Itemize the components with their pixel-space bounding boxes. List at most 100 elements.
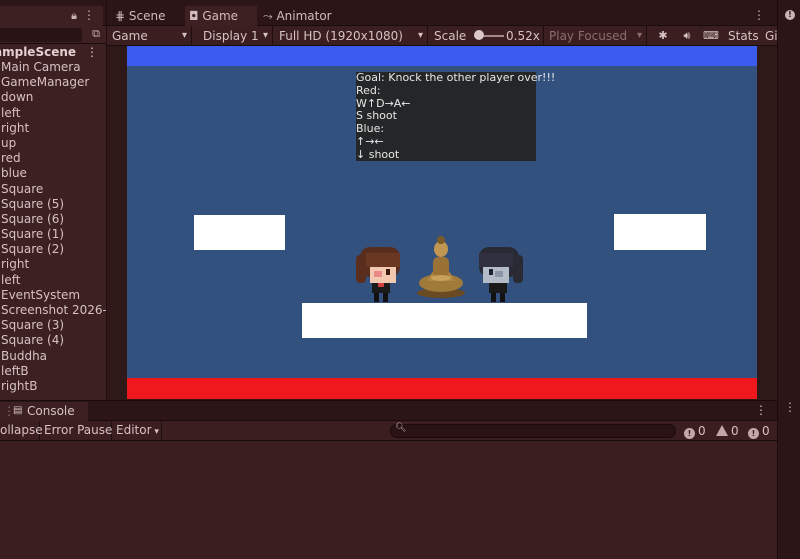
hierarchy-item[interactable]: EventSystem (0, 288, 106, 303)
hierarchy-item[interactable]: Square (1) (0, 227, 106, 242)
blue-shoot: ↓ shoot (356, 147, 400, 161)
blue-player-sprite (479, 247, 523, 302)
console-icon: ▤ (13, 405, 23, 416)
search-icon: 🔍︎ (395, 423, 407, 433)
kebab-menu-icon[interactable]: ⋮ (83, 8, 95, 22)
game-tabbar: ⋕ Scene ◘ Game ⤳ Animator ⋮ (107, 0, 777, 26)
error-count-toggle[interactable]: ! 0 (684, 421, 706, 441)
hierarchy-search: ⧉ (0, 26, 106, 44)
error-pause-button[interactable]: Error Pause (40, 421, 112, 441)
play-mode-value: Play Focused (549, 29, 628, 43)
hierarchy-item[interactable]: right (0, 121, 106, 136)
tab-game[interactable]: ◘ Game (185, 6, 257, 26)
message-icon: ! (748, 428, 759, 439)
keyboard-icon[interactable]: ⌨ (700, 26, 722, 46)
tab-animator-label: Animator (276, 9, 332, 23)
search-filter-icon[interactable]: ⧉ (92, 27, 100, 41)
hierarchy-item[interactable]: Buddha (0, 349, 106, 364)
hierarchy-list: Main Camera GameManager down left right up red… (0, 60, 106, 394)
bug-icon[interactable]: ✱ (652, 26, 674, 46)
hierarchy-item[interactable]: Square (3) (0, 318, 106, 333)
hierarchy-item[interactable]: red (0, 151, 106, 166)
scene-row[interactable]: ampleScene ⋮ (0, 44, 106, 60)
hierarchy-item[interactable]: Square (6) (0, 212, 106, 227)
warning-icon (716, 425, 728, 436)
grid-icon: ⋕ (115, 9, 126, 23)
editor-dropdown[interactable]: Editor ▾ (112, 421, 162, 441)
viewport-right-margin (757, 46, 777, 399)
unity-editor: 🔒︎ ⋮ ⧉ ampleScene ⋮ Main Camera GameManag… (0, 0, 800, 559)
hierarchy-item[interactable]: left (0, 106, 106, 121)
gamepad-icon: ◘ (189, 9, 199, 23)
message-count-toggle[interactable]: ! 0 (748, 421, 770, 441)
hierarchy-item[interactable]: Square (2) (0, 242, 106, 257)
stats-button[interactable]: Stats (724, 26, 760, 46)
resolution-value: Full HD (1920x1080) (279, 29, 403, 43)
tab-scene-label: Scene (128, 9, 166, 23)
scene-name: ampleScene (0, 45, 77, 59)
resolution-dropdown[interactable]: Full HD (1920x1080) (275, 26, 428, 46)
animator-icon: ⤳ (263, 9, 273, 23)
warning-count-toggle[interactable]: 0 (716, 421, 739, 441)
scene-menu-icon[interactable]: ⋮ (86, 44, 98, 60)
hierarchy-item[interactable]: leftB (0, 364, 106, 379)
goal-text: Goal: Knock the other player over!!! (356, 71, 556, 84)
hierarchy-item[interactable]: Main Camera (0, 60, 106, 75)
top-goal-bar (127, 46, 757, 66)
scale-label: Scale (434, 29, 467, 43)
console-tabbar: ⋮ ▤ Console ⋮ (0, 401, 777, 421)
hierarchy-item[interactable]: blue (0, 166, 106, 181)
chevron-down-icon: ▾ (151, 427, 159, 437)
console-panel: ⋮ ▤ Console ⋮ ollapse Error Pause Editor… (0, 400, 777, 559)
hierarchy-item[interactable]: up (0, 136, 106, 151)
hierarchy-item[interactable]: Square (0, 182, 106, 197)
console-menu-icon[interactable]: ⋮ (755, 403, 767, 417)
scale-value: 0.52x (502, 26, 544, 46)
display-dropdown[interactable]: Display 1 (199, 26, 273, 46)
hierarchy-item[interactable]: left (0, 273, 106, 288)
red-label: Red: (356, 83, 381, 97)
hierarchy-item[interactable]: down (0, 90, 106, 105)
console-toolbar: ollapse Error Pause Editor ▾ 🔍︎ ! 0 0 ! 0 (0, 421, 777, 441)
play-mode-dropdown[interactable]: Play Focused (545, 26, 647, 46)
hierarchy-item[interactable]: rightB (0, 379, 106, 394)
gizmos-button[interactable]: Gi (761, 26, 778, 46)
hierarchy-item[interactable]: Square (4) (0, 333, 106, 348)
lock-icon[interactable]: 🔒︎ (71, 9, 77, 23)
viewport-left-margin (108, 46, 127, 399)
scale-slider-knob[interactable] (474, 30, 484, 40)
error-icon: ! (684, 428, 695, 439)
hierarchy-tabbar: 🔒︎ ⋮ (0, 0, 106, 26)
tab-game-label: Game (202, 9, 239, 23)
display-mode-dropdown[interactable]: Game (108, 26, 192, 46)
tab-scene[interactable]: ⋕ Scene (111, 6, 183, 26)
console-search-input[interactable]: 🔍︎ (390, 423, 676, 438)
tab-console[interactable]: ⋮ ▤ Console (0, 402, 88, 421)
inspector-collapsed-strip: ! ⋮ (777, 0, 800, 559)
red-player-sprite (356, 247, 400, 302)
info-icon[interactable]: ! (785, 10, 795, 20)
hierarchy-item[interactable]: Screenshot 2026-0 (0, 303, 106, 318)
hierarchy-item[interactable]: right (0, 257, 106, 272)
tab-animator[interactable]: ⤳ Animator (259, 6, 339, 26)
platform-center (302, 303, 587, 338)
hierarchy-panel: 🔒︎ ⋮ ⧉ ampleScene ⋮ Main Camera GameManag… (0, 0, 107, 400)
speaker-icon[interactable]: 🔊︎ (676, 26, 698, 46)
game-viewport[interactable]: Goal: Knock the other player over!!! Red… (127, 46, 757, 399)
hierarchy-search-input[interactable] (0, 28, 82, 42)
hierarchy-item[interactable]: GameManager (0, 75, 106, 90)
instructions-panel: Goal: Knock the other player over!!! Red… (356, 71, 556, 161)
strip-menu-icon[interactable]: ⋮ (784, 400, 796, 414)
hierarchy-item[interactable]: Square (5) (0, 197, 106, 212)
platform-right (614, 214, 706, 250)
error-count: 0 (698, 424, 706, 438)
platform-left (194, 215, 285, 250)
game-menu-icon[interactable]: ⋮ (753, 8, 765, 22)
buddha-statue (417, 236, 465, 298)
collapse-button[interactable]: ollapse (0, 421, 43, 441)
tab-console-label: Console (27, 404, 75, 418)
blue-move: ↑→← (356, 134, 384, 148)
editor-dropdown-value: Editor (116, 423, 152, 437)
hierarchy-tab[interactable]: 🔒︎ ⋮ (0, 6, 103, 26)
warning-count: 0 (731, 424, 739, 438)
